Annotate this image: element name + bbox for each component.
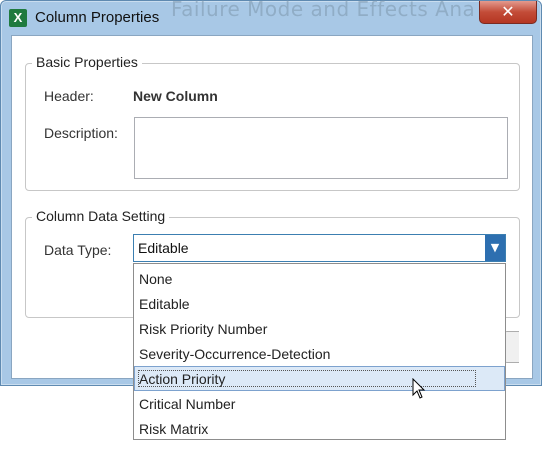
column-data-setting-legend: Column Data Setting <box>32 208 170 224</box>
dropdown-option-action-priority[interactable]: Action Priority <box>134 366 505 391</box>
dropdown-option-severity-occurrence-detection[interactable]: Severity-Occurrence-Detection <box>134 341 505 366</box>
background-window-title: Failure Mode and Effects Ana <box>171 0 476 21</box>
option-label: Critical Number <box>139 396 236 412</box>
window-title: Column Properties <box>35 9 160 26</box>
dropdown-button[interactable]: ▼ <box>485 235 505 261</box>
dropdown-option-critical-number[interactable]: Critical Number <box>134 391 505 416</box>
close-button[interactable]: ✕ <box>479 1 537 24</box>
dropdown-option-risk-priority-number[interactable]: Risk Priority Number <box>134 316 505 341</box>
option-label: None <box>139 271 173 287</box>
option-label: Severity-Occurrence-Detection <box>139 346 331 362</box>
ok-button-partial[interactable] <box>504 331 519 363</box>
header-label: Header: <box>44 88 94 104</box>
dropdown-option-editable[interactable]: Editable <box>134 291 505 316</box>
option-label: Editable <box>139 296 190 312</box>
chevron-down-icon: ▼ <box>490 241 500 254</box>
mouse-cursor-icon <box>412 378 426 399</box>
data-type-label: Data Type: <box>44 242 112 258</box>
data-type-dropdown-list: None Editable Risk Priority Number Sever… <box>133 263 506 440</box>
basic-properties-group: Basic Properties Header: New Column Desc… <box>25 54 520 191</box>
excel-icon: X <box>9 9 27 27</box>
option-label: Risk Priority Number <box>139 321 268 337</box>
close-icon: ✕ <box>501 2 515 21</box>
description-field[interactable] <box>134 117 508 179</box>
description-label: Description: <box>44 125 118 141</box>
title-bar[interactable]: Failure Mode and Effects Ana X Column Pr… <box>1 0 541 35</box>
header-value: New Column <box>133 88 218 104</box>
dropdown-option-none[interactable]: None <box>134 266 505 291</box>
dropdown-option-risk-matrix[interactable]: Risk Matrix <box>134 416 505 441</box>
option-label: Risk Matrix <box>139 421 209 437</box>
basic-properties-legend: Basic Properties <box>32 54 142 70</box>
data-type-selected-value: Editable <box>138 240 189 256</box>
data-type-select[interactable]: Editable ▼ <box>133 234 506 262</box>
